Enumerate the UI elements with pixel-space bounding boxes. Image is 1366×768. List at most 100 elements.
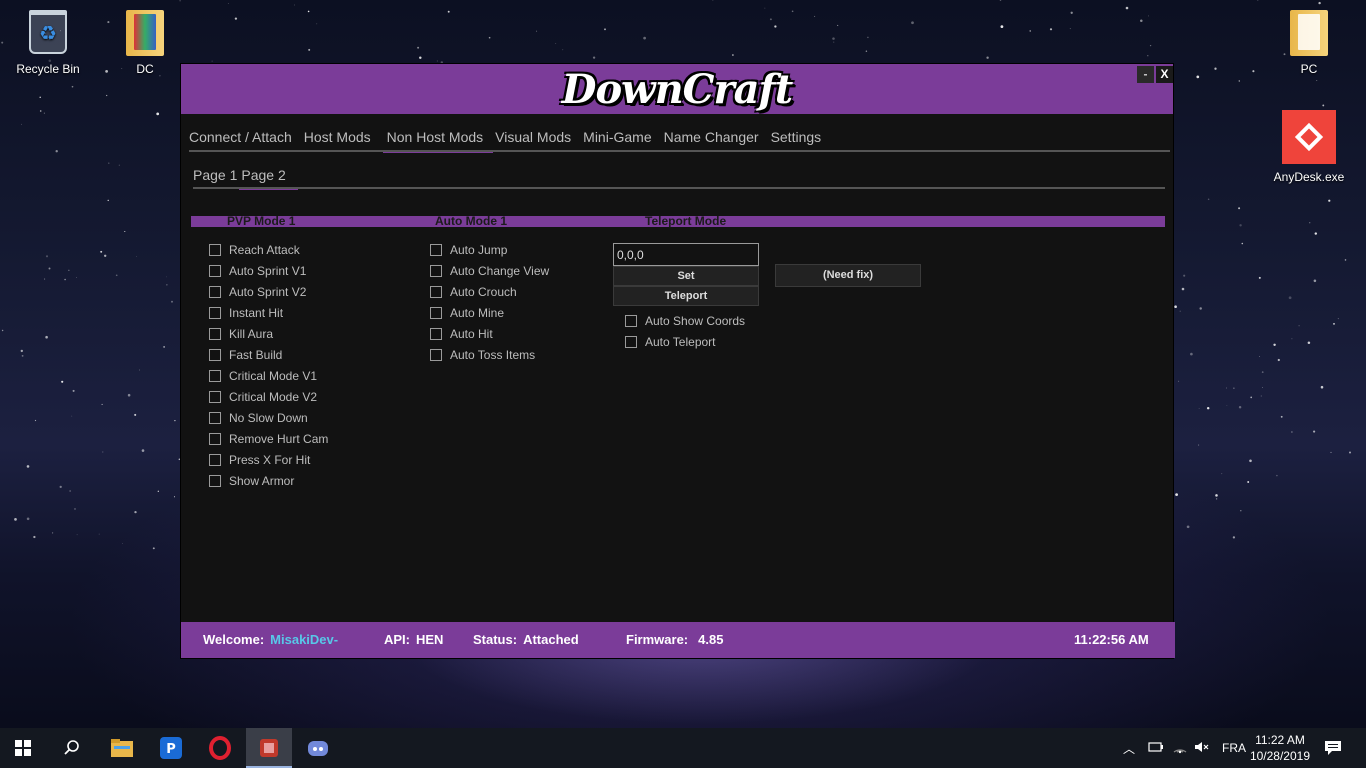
playstation-icon: P (160, 737, 182, 759)
checkbox-box[interactable] (209, 307, 221, 319)
minimize-button[interactable]: - (1137, 66, 1154, 83)
checkbox-box[interactable] (209, 454, 221, 466)
star (108, 162, 110, 164)
volume-muted-icon[interactable] (1194, 740, 1212, 757)
chevron-up-icon[interactable]: ︿ (1122, 740, 1136, 757)
taskbar-downcraft[interactable] (246, 728, 292, 768)
checkbox-box[interactable] (209, 412, 221, 424)
close-button[interactable]: X (1156, 66, 1173, 83)
battery-icon[interactable] (1148, 741, 1166, 756)
checkbox-box[interactable] (209, 265, 221, 277)
file-explorer-icon (111, 739, 133, 757)
tab-non-host-mods[interactable]: Non Host Mods (382, 125, 494, 153)
taskbar-opera[interactable] (197, 728, 243, 768)
action-center-button[interactable] (1310, 728, 1356, 768)
taskbar-playstation[interactable]: P (148, 728, 194, 768)
checkbox-kill-aura[interactable]: Kill Aura (209, 326, 273, 342)
star (1316, 80, 1318, 81)
checkbox-auto-crouch[interactable]: Auto Crouch (430, 284, 517, 300)
tab-connect-attach[interactable]: Connect / Attach (189, 125, 292, 153)
checkbox-box[interactable] (625, 315, 637, 327)
star (166, 284, 168, 286)
downcraft-app-icon (260, 739, 278, 757)
checkbox-auto-show-coords[interactable]: Auto Show Coords (625, 313, 745, 329)
desktop-icon-dc[interactable]: DC (107, 10, 183, 76)
wifi-icon[interactable] (1172, 740, 1190, 757)
start-button[interactable] (0, 728, 46, 768)
checkbox-auto-sprint-v1[interactable]: Auto Sprint V1 (209, 263, 306, 279)
tab-page-1[interactable]: Page 1 (193, 163, 237, 190)
checkbox-label: Auto Show Coords (645, 314, 746, 328)
star (791, 10, 794, 13)
checkbox-auto-teleport[interactable]: Auto Teleport (625, 334, 716, 350)
checkbox-box[interactable] (430, 286, 442, 298)
checkbox-box[interactable] (209, 391, 221, 403)
taskbar: P ︿ FRA 11:22 AM 10/28/2019 (0, 728, 1366, 768)
checkbox-box[interactable] (209, 433, 221, 445)
checkbox-box[interactable] (430, 349, 442, 361)
taskbar-discord[interactable] (295, 728, 341, 768)
checkbox-box[interactable] (209, 328, 221, 340)
checkbox-box[interactable] (209, 349, 221, 361)
checkbox-auto-sprint-v2[interactable]: Auto Sprint V2 (209, 284, 306, 300)
checkbox-critical-mode-v1[interactable]: Critical Mode V1 (209, 368, 317, 384)
star (1233, 387, 1235, 389)
tab-name-changer[interactable]: Name Changer (664, 125, 759, 153)
star (1029, 30, 1031, 32)
checkbox-auto-change-view[interactable]: Auto Change View (430, 263, 549, 279)
title-bar[interactable]: DownCraft - X (181, 64, 1173, 114)
checkbox-label: Auto Toss Items (450, 348, 536, 362)
checkbox-box[interactable] (430, 265, 442, 277)
star (179, 0, 181, 2)
checkbox-press-x-for-hit[interactable]: Press X For Hit (209, 452, 310, 468)
star (156, 112, 160, 116)
checkbox-box[interactable] (209, 370, 221, 382)
coords-input[interactable] (613, 243, 759, 266)
input-language[interactable]: FRA (1222, 741, 1246, 755)
tab-visual-mods[interactable]: Visual Mods (495, 125, 571, 153)
checkbox-show-armor[interactable]: Show Armor (209, 473, 294, 489)
checkbox-box[interactable] (430, 307, 442, 319)
star (1314, 232, 1318, 235)
star (100, 250, 103, 253)
section-title-auto: Auto Mode 1 (435, 214, 507, 228)
taskbar-file-explorer[interactable] (99, 728, 145, 768)
checkbox-reach-attack[interactable]: Reach Attack (209, 242, 300, 258)
desktop-icon-recycle-bin[interactable]: ♻ Recycle Bin (10, 10, 86, 76)
search-button[interactable] (49, 728, 95, 768)
checkbox-auto-jump[interactable]: Auto Jump (430, 242, 507, 258)
desktop-icon-anydesk[interactable]: AnyDesk.exe (1271, 110, 1347, 184)
checkbox-critical-mode-v2[interactable]: Critical Mode V2 (209, 389, 317, 405)
teleport-button[interactable]: Teleport (613, 286, 759, 306)
star (1221, 473, 1223, 475)
checkbox-remove-hurt-cam[interactable]: Remove Hurt Cam (209, 431, 328, 447)
star (911, 21, 914, 25)
checkbox-box[interactable] (209, 475, 221, 487)
checkbox-instant-hit[interactable]: Instant Hit (209, 305, 283, 321)
checkbox-fast-build[interactable]: Fast Build (209, 347, 282, 363)
star (21, 354, 24, 357)
set-button[interactable]: Set (613, 266, 759, 286)
checkbox-label: Auto Jump (450, 243, 508, 257)
checkbox-box[interactable] (430, 328, 442, 340)
need-fix-button[interactable]: (Need fix) (775, 264, 921, 287)
star (1309, 222, 1311, 224)
checkbox-auto-mine[interactable]: Auto Mine (430, 305, 504, 321)
tab-page-2[interactable]: Page 2 (239, 163, 298, 190)
taskbar-clock[interactable]: 11:22 AM 10/28/2019 (1250, 732, 1310, 764)
star (122, 542, 123, 544)
tab-settings[interactable]: Settings (771, 125, 822, 153)
tab-mini-game[interactable]: Mini-Game (583, 125, 651, 153)
clock-time: 11:22 AM (1255, 733, 1305, 747)
checkbox-no-slow-down[interactable]: No Slow Down (209, 410, 308, 426)
opera-icon (209, 736, 231, 760)
desktop-icon-pc[interactable]: PC (1271, 10, 1347, 76)
checkbox-box[interactable] (430, 244, 442, 256)
star (1273, 343, 1276, 347)
checkbox-box[interactable] (209, 244, 221, 256)
tab-host-mods[interactable]: Host Mods (304, 125, 371, 153)
checkbox-auto-hit[interactable]: Auto Hit (430, 326, 493, 342)
checkbox-box[interactable] (625, 336, 637, 348)
checkbox-auto-toss-items[interactable]: Auto Toss Items (430, 347, 535, 363)
checkbox-box[interactable] (209, 286, 221, 298)
